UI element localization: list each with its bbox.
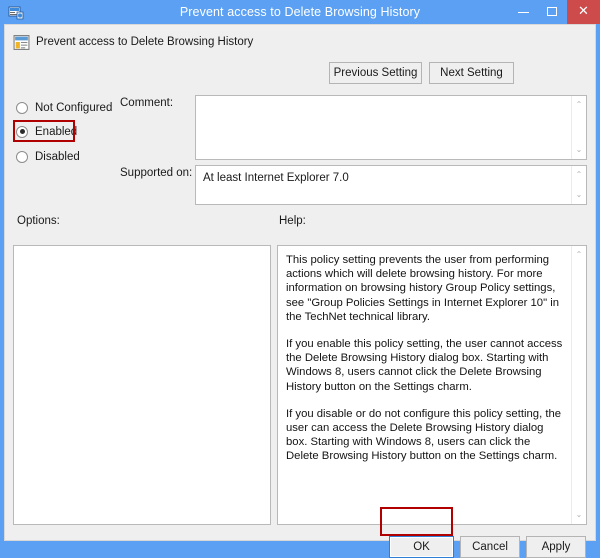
comment-scrollbar[interactable]: ⌃ ⌄ [571, 96, 586, 159]
previous-setting-button[interactable]: Previous Setting [329, 62, 422, 84]
scroll-down-icon[interactable]: ⌄ [572, 143, 586, 157]
cancel-button[interactable]: Cancel [460, 536, 520, 558]
radio-label-not-configured: Not Configured [35, 101, 113, 114]
scroll-down-icon[interactable]: ⌄ [572, 508, 586, 522]
help-label: Help: [279, 215, 306, 227]
titlebar: Prevent access to Delete Browsing Histor… [0, 0, 600, 24]
radio-circle-icon [16, 150, 28, 163]
supported-on-value: At least Internet Explorer 7.0 [203, 172, 349, 184]
minimize-button[interactable] [509, 0, 538, 24]
help-panel: This policy setting prevents the user fr… [277, 245, 587, 525]
help-text: This policy setting prevents the user fr… [286, 253, 566, 464]
help-scrollbar[interactable]: ⌃ ⌄ [571, 246, 586, 524]
help-paragraph: If you enable this policy setting, the u… [286, 338, 563, 393]
dialog-body: Prevent access to Delete Browsing Histor… [4, 24, 596, 558]
comment-label: Comment: [120, 97, 174, 109]
radio-circle-icon [16, 101, 28, 114]
policy-setting-icon [13, 35, 30, 50]
comment-input[interactable]: ⌃ ⌄ [195, 95, 587, 160]
minimize-icon [518, 12, 529, 13]
setting-name: Prevent access to Delete Browsing Histor… [36, 36, 254, 48]
radio-not-configured[interactable]: Not Configured [16, 99, 112, 116]
supported-on-field: At least Internet Explorer 7.0 ⌃ ⌄ [195, 165, 587, 205]
radio-enabled[interactable]: Enabled [16, 123, 77, 140]
radio-label-enabled: Enabled [35, 125, 78, 138]
options-panel[interactable] [13, 245, 271, 525]
help-paragraph: If you disable or do not configure this … [286, 407, 562, 463]
policy-setting-window: Prevent access to Delete Browsing Histor… [0, 0, 600, 558]
next-setting-button[interactable]: Next Setting [429, 62, 514, 84]
maximize-icon [547, 7, 557, 16]
close-icon: ✕ [578, 4, 589, 19]
scroll-up-icon[interactable]: ⌃ [572, 98, 586, 112]
help-paragraph: This policy setting prevents the user fr… [286, 254, 560, 323]
ok-button[interactable]: OK [389, 536, 454, 558]
options-label: Options: [17, 215, 60, 227]
radio-disabled[interactable]: Disabled [16, 148, 80, 165]
maximize-button[interactable] [538, 0, 567, 24]
radio-circle-selected-icon [16, 125, 28, 138]
supported-on-scrollbar[interactable]: ⌃ ⌄ [571, 166, 586, 204]
scroll-up-icon[interactable]: ⌃ [572, 168, 586, 182]
scroll-down-icon[interactable]: ⌄ [572, 188, 586, 202]
close-button[interactable]: ✕ [567, 0, 600, 24]
supported-on-label: Supported on: [120, 167, 193, 179]
scroll-up-icon[interactable]: ⌃ [572, 248, 586, 262]
apply-button[interactable]: Apply [526, 536, 586, 558]
radio-label-disabled: Disabled [35, 150, 80, 163]
